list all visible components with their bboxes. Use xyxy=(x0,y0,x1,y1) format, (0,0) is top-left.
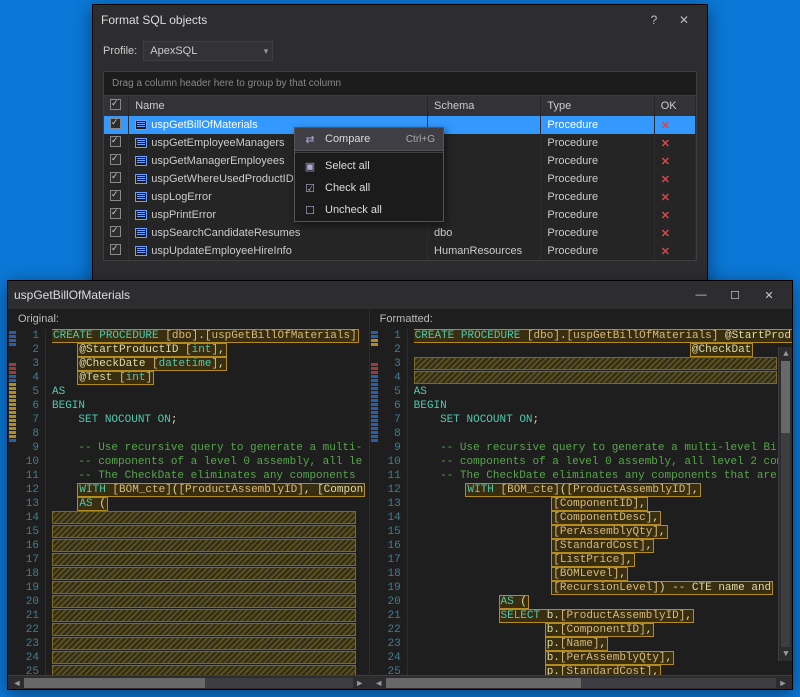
context-menu: ⇄ Compare Ctrl+G ▣ Select all ☑ Check al… xyxy=(294,127,444,222)
code-left[interactable]: CREATE PROCEDURE [dbo].[uspGetBillOfMate… xyxy=(46,329,369,675)
col-ok[interactable]: OK xyxy=(654,96,695,116)
error-icon: ✕ xyxy=(661,246,670,258)
ctx-check-all[interactable]: ☑ Check all xyxy=(295,177,443,199)
format-title: Format SQL objects xyxy=(101,13,639,27)
editor-titlebar[interactable]: uspGetBillOfMaterials — ☐ ✕ xyxy=(8,281,792,309)
procedure-icon xyxy=(135,120,147,130)
procedure-icon xyxy=(135,192,147,202)
compare-icon: ⇄ xyxy=(303,132,317,146)
select-all-icon: ▣ xyxy=(303,159,317,173)
profile-label: Profile: xyxy=(103,45,137,57)
ctx-uncheck-all-label: Uncheck all xyxy=(325,204,382,216)
overview-ruler-left[interactable] xyxy=(8,329,18,675)
error-icon: ✕ xyxy=(661,156,670,168)
help-button[interactable]: ? xyxy=(639,9,669,31)
hscroll-left-btn-r[interactable]: ◄ xyxy=(372,678,386,688)
col-name[interactable]: Name xyxy=(129,96,428,116)
ctx-compare-label: Compare xyxy=(325,133,370,145)
procedure-icon xyxy=(135,210,147,220)
vscrollbar-right[interactable]: ▲ ▼ xyxy=(778,347,792,661)
hscroll-left-btn[interactable]: ◄ xyxy=(10,678,24,688)
code-right[interactable]: CREATE PROCEDURE [dbo].[uspGetBillOfMate… xyxy=(408,329,792,675)
row-checkbox[interactable] xyxy=(110,208,121,219)
profile-select[interactable]: ApexSQL xyxy=(143,41,273,61)
error-icon: ✕ xyxy=(661,138,670,150)
minimize-button[interactable]: — xyxy=(684,289,718,301)
check-all-icon[interactable] xyxy=(110,99,121,110)
ctx-select-all-label: Select all xyxy=(325,160,370,172)
format-titlebar[interactable]: Format SQL objects ? ✕ xyxy=(93,5,707,35)
profile-value: ApexSQL xyxy=(150,45,197,57)
table-row[interactable]: uspUpdateEmployeeHireInfoHumanResourcesP… xyxy=(104,242,696,260)
procedure-icon xyxy=(135,228,147,238)
procedure-icon xyxy=(135,174,147,184)
overview-ruler-right[interactable] xyxy=(370,329,380,675)
editor-close-button[interactable]: ✕ xyxy=(752,289,786,302)
hscroll-track-left[interactable] xyxy=(24,678,353,688)
formatted-code-area[interactable]: 1234567891011121314151617181920212223242… xyxy=(370,329,792,675)
table-row[interactable]: uspSearchCandidateResumesdboProcedure✕ xyxy=(104,224,696,242)
procedure-icon xyxy=(135,156,147,166)
close-button[interactable]: ✕ xyxy=(669,9,699,31)
formatted-pane: Formatted: 12345678910111213141516171819… xyxy=(370,309,792,689)
profile-row: Profile: ApexSQL xyxy=(93,35,707,67)
error-icon: ✕ xyxy=(661,120,670,132)
group-by-hint[interactable]: Drag a column header here to group by th… xyxy=(104,72,696,96)
hscroll-right-btn[interactable]: ► xyxy=(353,678,367,688)
check-all-ctx-icon: ☑ xyxy=(303,181,317,195)
row-checkbox[interactable] xyxy=(110,118,121,129)
original-pane: Original: 123456789101112131415161718192… xyxy=(8,309,370,689)
gutter-left: 1234567891011121314151617181920212223242… xyxy=(18,329,46,675)
ctx-select-all[interactable]: ▣ Select all xyxy=(295,155,443,177)
procedure-icon xyxy=(135,138,147,148)
diff-editor-window: uspGetBillOfMaterials — ☐ ✕ Original: 12… xyxy=(7,280,793,690)
hscrollbar-left[interactable]: ◄ ► xyxy=(8,675,369,689)
error-icon: ✕ xyxy=(661,228,670,240)
maximize-button[interactable]: ☐ xyxy=(718,289,752,302)
row-checkbox[interactable] xyxy=(110,244,121,255)
row-checkbox[interactable] xyxy=(110,136,121,147)
ctx-compare-shortcut: Ctrl+G xyxy=(406,134,435,145)
original-label: Original: xyxy=(8,309,369,329)
ctx-compare[interactable]: ⇄ Compare Ctrl+G xyxy=(295,128,443,150)
procedure-icon xyxy=(135,246,147,256)
diff-panes: Original: 123456789101112131415161718192… xyxy=(8,309,792,689)
error-icon: ✕ xyxy=(661,174,670,186)
formatted-label: Formatted: xyxy=(370,309,792,329)
row-checkbox[interactable] xyxy=(110,190,121,201)
hscroll-track-right[interactable] xyxy=(386,678,776,688)
error-icon: ✕ xyxy=(661,210,670,222)
row-checkbox[interactable] xyxy=(110,226,121,237)
ctx-separator xyxy=(295,152,443,153)
col-check[interactable] xyxy=(104,96,129,116)
row-checkbox[interactable] xyxy=(110,154,121,165)
vscroll-down-btn[interactable]: ▼ xyxy=(779,647,792,661)
vscroll-up-btn[interactable]: ▲ xyxy=(779,347,792,361)
hscrollbar-right[interactable]: ◄ ► xyxy=(370,675,792,689)
col-schema[interactable]: Schema xyxy=(428,96,541,116)
uncheck-all-icon: ☐ xyxy=(303,203,317,217)
error-icon: ✕ xyxy=(661,192,670,204)
col-type[interactable]: Type xyxy=(541,96,654,116)
ctx-check-all-label: Check all xyxy=(325,182,370,194)
hscroll-right-btn-r[interactable]: ► xyxy=(776,678,790,688)
ctx-uncheck-all[interactable]: ☐ Uncheck all xyxy=(295,199,443,221)
original-code-area[interactable]: 1234567891011121314151617181920212223242… xyxy=(8,329,369,675)
gutter-right: 1234567891011121314151617181920212223242… xyxy=(380,329,408,675)
row-checkbox[interactable] xyxy=(110,172,121,183)
editor-title: uspGetBillOfMaterials xyxy=(14,288,684,302)
